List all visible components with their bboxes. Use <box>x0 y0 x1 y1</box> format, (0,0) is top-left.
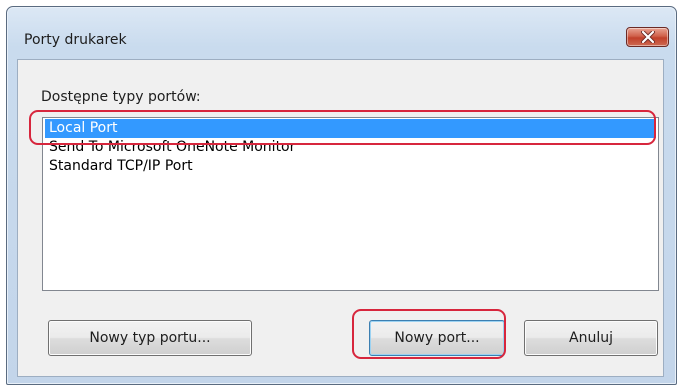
close-x-icon <box>641 31 655 43</box>
port-types-listbox[interactable]: Local Port Send To Microsoft OneNote Mon… <box>42 117 659 291</box>
list-item-standard-tcpip-port[interactable]: Standard TCP/IP Port <box>45 157 656 176</box>
close-button[interactable] <box>626 27 669 47</box>
window-title: Porty drukarek <box>24 32 127 48</box>
dialog-body: Dostępne typy portów: Local Port Send To… <box>17 59 664 377</box>
available-port-types-label: Dostępne typy portów: <box>41 89 201 105</box>
cancel-button[interactable]: Anuluj <box>524 320 658 356</box>
new-port-type-button[interactable]: Nowy typ portu... <box>48 320 252 356</box>
printer-ports-dialog: Porty drukarek Dostępne typy portów: Loc… <box>6 6 677 385</box>
new-port-button[interactable]: Nowy port... <box>369 320 505 356</box>
title-bar[interactable]: Porty drukarek <box>7 7 676 57</box>
list-item-onenote-monitor[interactable]: Send To Microsoft OneNote Monitor <box>45 138 656 157</box>
list-item-local-port[interactable]: Local Port <box>45 119 656 138</box>
